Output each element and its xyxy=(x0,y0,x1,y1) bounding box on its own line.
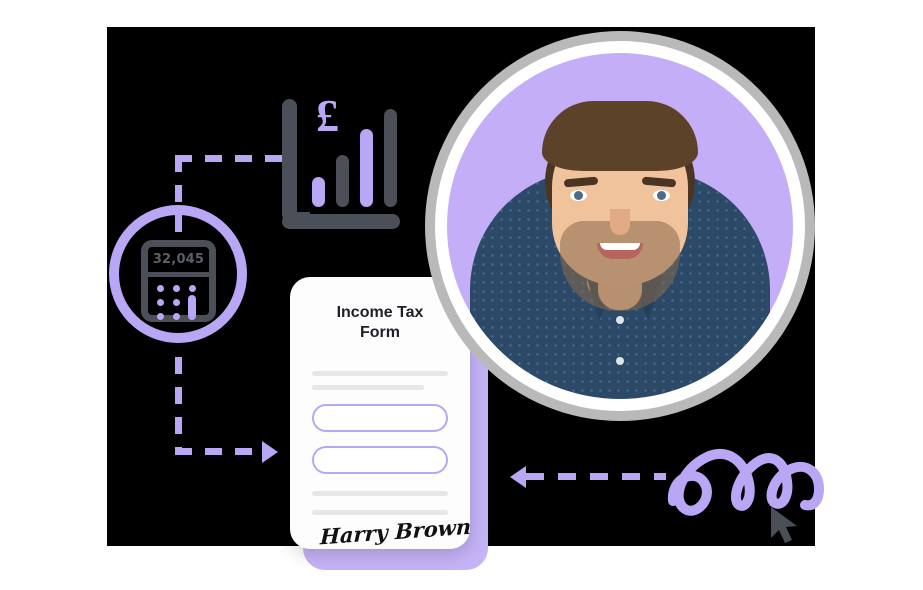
calculator-key xyxy=(173,313,180,320)
form-title-line-1: Income Tax xyxy=(336,304,424,321)
avatar-teeth xyxy=(600,243,640,251)
chart-bar xyxy=(360,129,373,207)
form-title-line-2: Form xyxy=(360,324,400,341)
calculator-display: 32,045 xyxy=(148,247,209,271)
calculator-display-value: 32,045 xyxy=(152,251,205,267)
form-signature-text: Harry Brown xyxy=(319,513,470,549)
calculator-display-divider xyxy=(144,272,213,277)
avatar-hair-top xyxy=(542,101,698,172)
calculator-key xyxy=(157,299,164,306)
calculator-key xyxy=(157,313,164,320)
user-avatar-photo xyxy=(447,53,793,399)
form-signature-area[interactable]: Harry Brown xyxy=(312,514,470,549)
income-tax-form-card: Income Tax Form Harry Brown xyxy=(290,277,470,549)
mouse-cursor-icon xyxy=(771,507,797,543)
avatar-shirt-button xyxy=(616,315,624,324)
calculator-key xyxy=(157,285,164,292)
signature-scribble xyxy=(667,448,824,516)
form-placeholder-line xyxy=(312,385,424,390)
dashed-arrow-calculator-to-form-horizontal xyxy=(175,448,265,455)
form-input-field[interactable] xyxy=(312,404,448,432)
pound-currency-icon: £ xyxy=(316,90,339,141)
chart-bar xyxy=(336,155,349,207)
dashed-path-calculator-to-chart-horizontal xyxy=(175,155,285,162)
avatar-eye-right xyxy=(653,189,670,201)
chart-axis-corner xyxy=(282,195,310,227)
dashed-arrow-signature-to-form-horizontal xyxy=(526,473,666,480)
chart-bar xyxy=(312,177,325,207)
calculator-key xyxy=(189,285,196,292)
calculator-key xyxy=(173,285,180,292)
form-placeholder-line xyxy=(312,371,448,376)
chart-bar xyxy=(384,109,397,207)
avatar-eye-left xyxy=(570,189,587,201)
dashed-arrow-calculator-to-form-vertical xyxy=(175,357,182,455)
user-avatar-ring xyxy=(425,31,815,421)
form-title: Income Tax Form xyxy=(310,303,450,343)
arrow-head-right-icon xyxy=(262,441,278,463)
calculator-key-enter xyxy=(188,295,196,320)
arrow-head-left-icon xyxy=(510,466,526,488)
black-canvas-panel: £ 32,045 Income Tax Form Harry Brown xyxy=(107,27,824,570)
earnings-bar-chart-icon: £ xyxy=(282,93,407,229)
avatar-nose xyxy=(610,208,630,235)
calculator-key xyxy=(173,299,180,306)
form-placeholder-line xyxy=(312,510,448,515)
avatar-pupil-right xyxy=(657,190,666,200)
form-input-field[interactable] xyxy=(312,446,448,474)
illustration-stage: £ 32,045 Income Tax Form Harry Brown xyxy=(0,0,923,590)
avatar-pupil-left xyxy=(574,190,583,200)
form-placeholder-line xyxy=(312,491,448,496)
